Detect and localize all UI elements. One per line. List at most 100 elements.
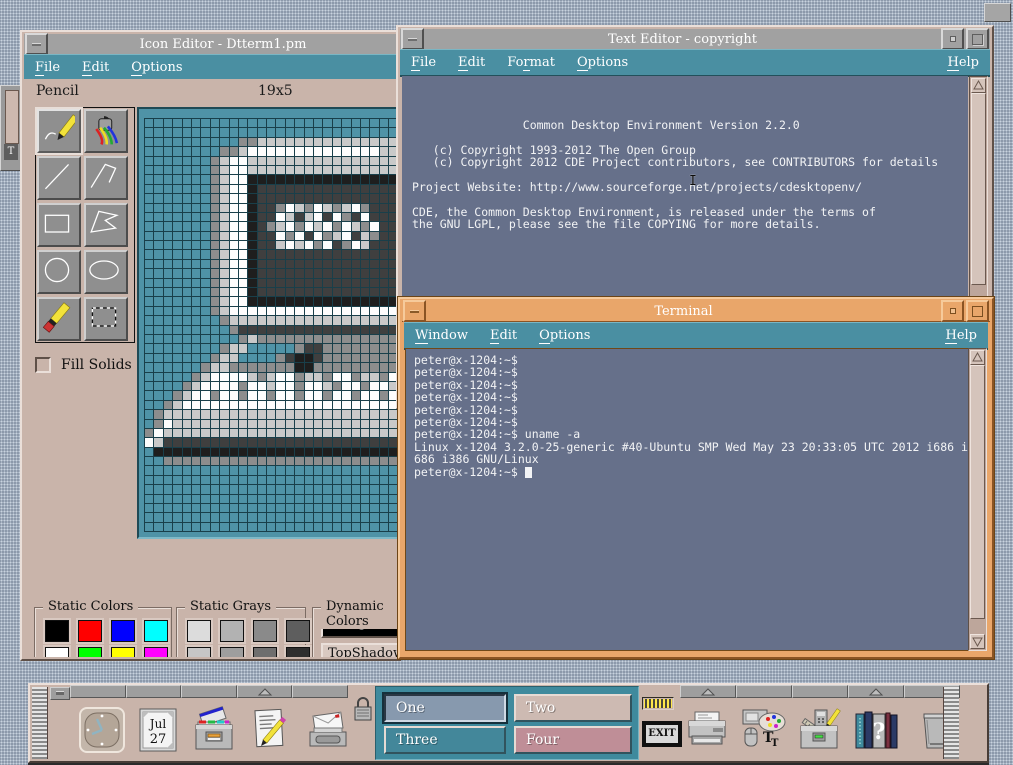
pixel-cell[interactable] <box>342 222 351 231</box>
pixel-cell[interactable] <box>332 147 342 156</box>
pixel-cell[interactable] <box>145 241 154 250</box>
pixel-cell[interactable] <box>201 297 210 306</box>
pixel-cell[interactable] <box>342 165 351 175</box>
pixel-cell[interactable] <box>379 278 389 288</box>
pixel-cell[interactable] <box>182 372 191 381</box>
pixel-cell[interactable] <box>295 475 304 485</box>
pixel-cell[interactable] <box>163 372 173 381</box>
pixel-cell[interactable] <box>191 222 201 231</box>
pixel-cell[interactable] <box>257 137 267 147</box>
pixel-cell[interactable] <box>323 184 332 194</box>
pixel-cell[interactable] <box>229 513 238 522</box>
pixel-cell[interactable] <box>182 165 191 175</box>
pixel-cell[interactable] <box>360 400 370 410</box>
pixel-cell[interactable] <box>173 485 182 494</box>
pixel-cell[interactable] <box>332 137 342 147</box>
pixel-cell[interactable] <box>248 485 257 494</box>
pixel-cell[interactable] <box>210 494 220 504</box>
pixel-cell[interactable] <box>360 297 370 306</box>
pixel-cell[interactable] <box>314 222 323 231</box>
pixel-cell[interactable] <box>191 165 201 175</box>
pixel-cell[interactable] <box>163 363 173 372</box>
pixel-cell[interactable] <box>145 513 154 522</box>
pixel-cell[interactable] <box>285 184 295 194</box>
pixel-cell[interactable] <box>229 485 238 494</box>
pixel-cell[interactable] <box>229 438 238 447</box>
pixel-cell[interactable] <box>238 344 248 353</box>
pixel-cell[interactable] <box>379 475 389 485</box>
pixel-cell[interactable] <box>173 259 182 269</box>
pixel-cell[interactable] <box>191 306 201 316</box>
pixel-cell[interactable] <box>304 259 314 269</box>
pixel-cell[interactable] <box>238 194 248 203</box>
pixel-cell[interactable] <box>342 184 351 194</box>
menu-edit[interactable]: Edit <box>479 326 528 345</box>
file-manager-icon[interactable] <box>190 706 238 754</box>
pixel-cell[interactable] <box>267 372 276 381</box>
pixel-cell[interactable] <box>323 306 332 316</box>
pixel-cell[interactable] <box>248 156 257 165</box>
pixel-cell[interactable] <box>229 288 238 297</box>
pixel-cell[interactable] <box>201 119 210 128</box>
pixel-cell[interactable] <box>173 400 182 410</box>
menu-help[interactable]: Help <box>936 53 990 72</box>
pixel-cell[interactable] <box>360 485 370 494</box>
pixel-cell[interactable] <box>201 175 210 184</box>
pixel-cell[interactable] <box>295 278 304 288</box>
pixel-cell[interactable] <box>210 241 220 250</box>
pixel-cell[interactable] <box>276 259 285 269</box>
pixel-cell[interactable] <box>276 447 285 457</box>
pixel-cell[interactable] <box>238 147 248 156</box>
pixel-cell[interactable] <box>201 250 210 259</box>
pixel-cell[interactable] <box>285 278 295 288</box>
pixel-cell[interactable] <box>379 419 389 428</box>
pixel-cell[interactable] <box>285 231 295 241</box>
pixel-cell[interactable] <box>314 494 323 504</box>
pixel-cell[interactable] <box>238 203 248 212</box>
pixel-cell[interactable] <box>360 241 370 250</box>
pixel-cell[interactable] <box>220 297 229 306</box>
pixel-cell[interactable] <box>173 212 182 222</box>
pixel-cell[interactable] <box>220 259 229 269</box>
pixel-cell[interactable] <box>182 156 191 165</box>
pixel-cell[interactable] <box>360 494 370 504</box>
pixel-cell[interactable] <box>389 513 397 522</box>
pixel-cell[interactable] <box>285 137 295 147</box>
pixel-cell[interactable] <box>182 428 191 438</box>
pixel-cell[interactable] <box>304 485 314 494</box>
pixel-cell[interactable] <box>191 203 201 212</box>
pixel-cell[interactable] <box>145 184 154 194</box>
pixel-cell[interactable] <box>276 306 285 316</box>
pixel-cell[interactable] <box>191 231 201 241</box>
pixel-cell[interactable] <box>285 485 295 494</box>
pixel-cell[interactable] <box>389 438 397 447</box>
pixel-cell[interactable] <box>276 485 285 494</box>
pixel-cell[interactable] <box>360 119 370 128</box>
pixel-cell[interactable] <box>295 457 304 466</box>
pixel-cell[interactable] <box>173 504 182 513</box>
pixel-cell[interactable] <box>379 428 389 438</box>
pixel-cell[interactable] <box>154 250 163 259</box>
pixel-cell[interactable] <box>314 353 323 363</box>
pixel-cell[interactable] <box>314 363 323 372</box>
pixel-cell[interactable] <box>370 203 379 212</box>
pixel-cell[interactable] <box>201 137 210 147</box>
scrollbar-thumb[interactable] <box>971 93 986 285</box>
pixel-cell[interactable] <box>314 316 323 325</box>
pixel-cell[interactable] <box>191 466 201 475</box>
pixel-cell[interactable] <box>163 428 173 438</box>
pixel-cell[interactable] <box>332 212 342 222</box>
pixel-cell[interactable] <box>314 203 323 212</box>
pixel-cell[interactable] <box>248 165 257 175</box>
pixel-cell[interactable] <box>370 504 379 513</box>
pixel-cell[interactable] <box>220 156 229 165</box>
pixel-cell[interactable] <box>342 475 351 485</box>
pixel-cell[interactable] <box>379 165 389 175</box>
pixel-cell[interactable] <box>145 522 154 532</box>
pixel-cell[interactable] <box>342 457 351 466</box>
pixel-cell[interactable] <box>201 475 210 485</box>
pixel-cell[interactable] <box>257 466 267 475</box>
pixel-cell[interactable] <box>267 316 276 325</box>
pixel-cell[interactable] <box>173 494 182 504</box>
pixel-cell[interactable] <box>257 363 267 372</box>
